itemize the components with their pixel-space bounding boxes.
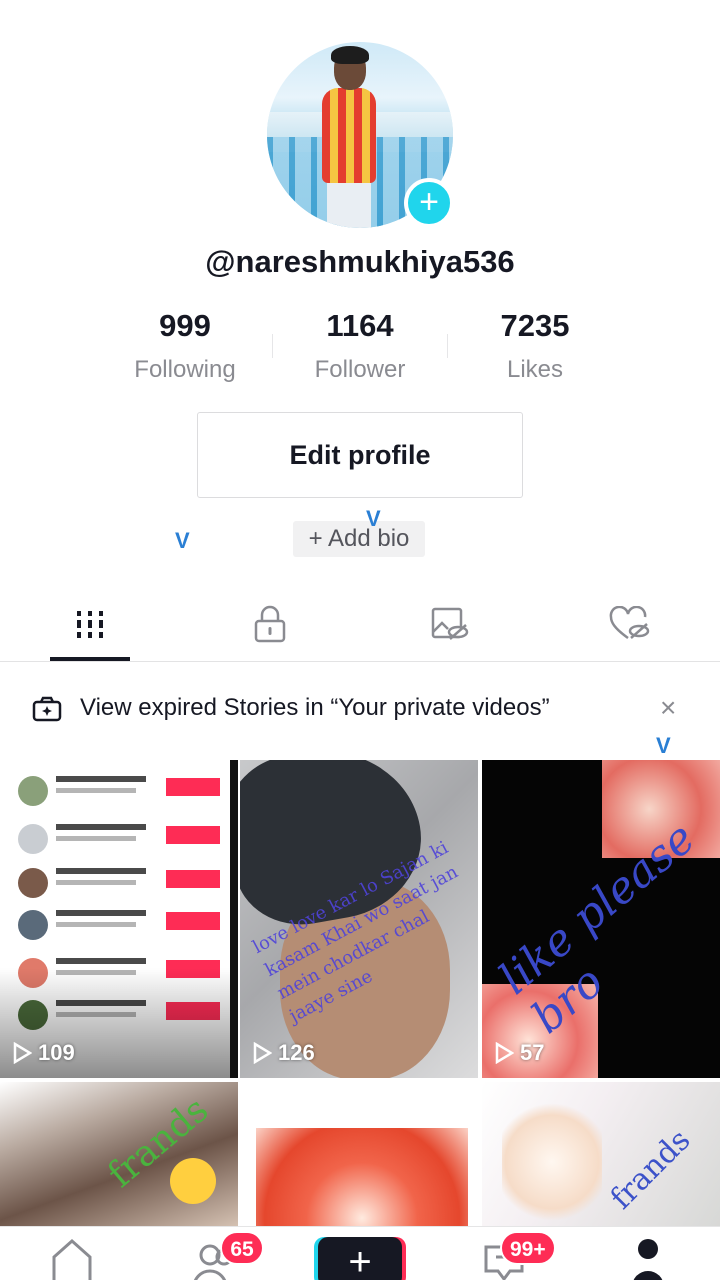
friends-badge: 65 xyxy=(220,1231,264,1265)
add-story-plus-icon[interactable]: + xyxy=(404,178,454,228)
play-icon xyxy=(13,1042,32,1064)
close-icon[interactable]: × xyxy=(660,692,676,724)
tab-videos[interactable] xyxy=(0,590,180,662)
following-count: 999 xyxy=(159,308,211,343)
banner-text: View expired Stories in “Your private vi… xyxy=(80,694,550,721)
likes-label: Likes xyxy=(506,356,564,383)
profile-avatar[interactable]: + xyxy=(267,42,454,228)
home-icon xyxy=(48,1227,96,1280)
video-overlay-text: frands xyxy=(603,1122,698,1217)
profile-icon xyxy=(624,1227,672,1280)
lock-icon xyxy=(253,605,287,648)
tab-saved[interactable] xyxy=(360,590,540,662)
following-label: Following xyxy=(134,356,236,383)
stat-divider xyxy=(447,334,448,358)
view-count: 126 xyxy=(252,1040,315,1066)
follower-count: 1164 xyxy=(326,308,394,343)
active-tab-indicator xyxy=(50,657,130,661)
video-thumbnail[interactable]: frands xyxy=(0,1082,238,1226)
nav-friends[interactable]: 65 xyxy=(144,1227,288,1280)
video-thumbnail[interactable] xyxy=(240,1082,478,1226)
view-count: 109 xyxy=(12,1040,75,1066)
follower-label: Follower xyxy=(314,356,406,383)
username: @nareshmukhiya536 xyxy=(205,244,515,279)
heart-hidden-icon xyxy=(609,605,651,647)
bookmark-hidden-icon xyxy=(430,606,470,647)
video-thumbnail[interactable]: frands xyxy=(482,1082,720,1226)
edit-profile-button[interactable]: Edit profile xyxy=(197,412,523,498)
expired-stories-banner[interactable]: View expired Stories in “Your private vi… xyxy=(0,662,720,758)
view-count: 57 xyxy=(494,1040,544,1066)
likes-count: 7235 xyxy=(500,308,570,343)
inbox-badge: 99+ xyxy=(500,1231,556,1265)
view-count-value: 57 xyxy=(520,1040,545,1065)
sparkle-decoration: V xyxy=(366,506,381,531)
stat-likes[interactable]: 7235 Likes xyxy=(455,306,615,384)
stat-following[interactable]: 999 Following xyxy=(105,306,265,384)
tab-private[interactable] xyxy=(180,590,360,662)
nav-home[interactable] xyxy=(0,1227,144,1280)
camera-story-icon xyxy=(32,696,62,727)
grid-icon xyxy=(74,608,106,645)
profile-tabs xyxy=(0,590,720,662)
video-grid: 109 love love kar lo Sajan ki kasam Khai… xyxy=(0,760,720,1226)
sparkle-decoration: V xyxy=(175,528,190,553)
stat-divider xyxy=(272,334,273,358)
nav-inbox[interactable]: 99+ xyxy=(432,1227,576,1280)
nav-profile[interactable] xyxy=(576,1227,720,1280)
video-thumbnail[interactable]: 109 xyxy=(0,760,238,1078)
play-icon xyxy=(253,1042,272,1064)
stat-follower[interactable]: 1164 Follower xyxy=(280,306,440,384)
bottom-nav: 65 + 99+ xyxy=(0,1226,720,1280)
view-count-value: 109 xyxy=(38,1040,75,1065)
play-icon xyxy=(495,1042,514,1064)
view-count-value: 126 xyxy=(278,1040,315,1065)
video-thumbnail[interactable]: like please bro 57 xyxy=(482,760,720,1078)
add-bio-button[interactable]: + Add bio xyxy=(293,521,425,557)
video-thumbnail[interactable]: love love kar lo Sajan ki kasam Khai wo … xyxy=(240,760,478,1078)
heart-eyes-emoji-icon xyxy=(170,1158,216,1204)
create-button[interactable]: + xyxy=(318,1237,402,1280)
tab-liked[interactable] xyxy=(540,590,720,662)
